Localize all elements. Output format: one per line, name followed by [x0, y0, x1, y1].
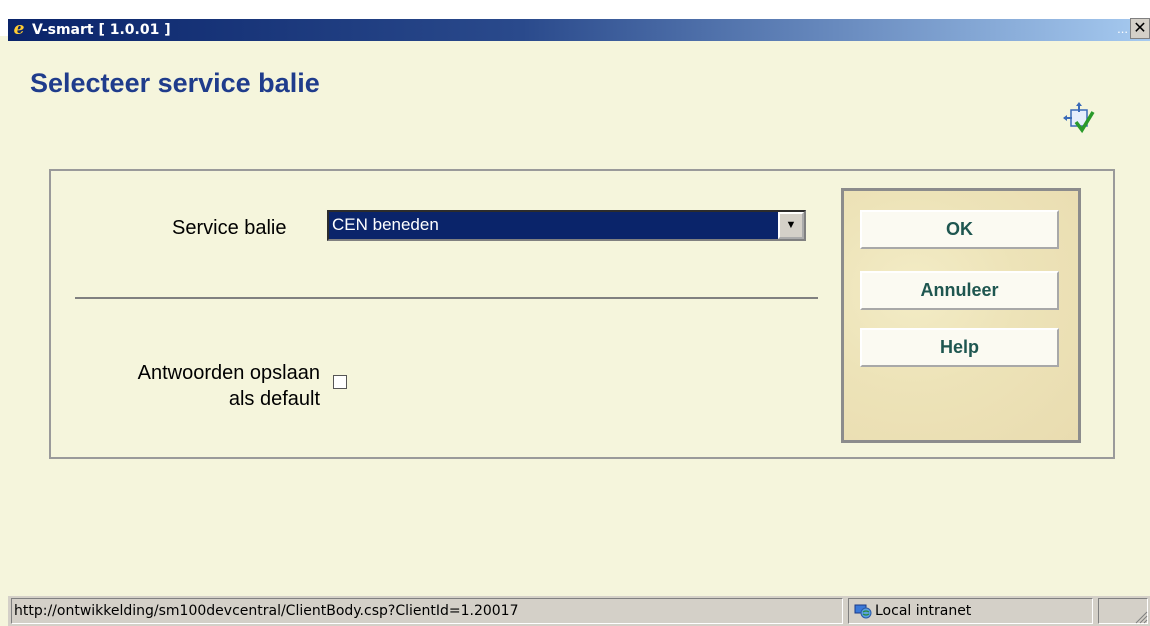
chevron-down-icon[interactable]: ▼: [778, 212, 804, 239]
ok-button[interactable]: OK: [860, 210, 1059, 249]
window-title: V-smart [ 1.0.01 ]: [32, 22, 171, 38]
browser-app-icon: e: [13, 19, 25, 39]
globe-network-icon: [854, 604, 872, 619]
save-default-checkbox[interactable]: [333, 375, 347, 389]
cancel-button[interactable]: Annuleer: [860, 271, 1059, 310]
service-balie-select[interactable]: CEN beneden ▼: [327, 210, 806, 241]
form-divider: [75, 297, 818, 299]
close-button[interactable]: ✕: [1130, 18, 1150, 39]
service-balie-value: CEN beneden: [332, 215, 439, 234]
service-balie-label: Service balie: [172, 217, 287, 239]
minimize-dots[interactable]: ...: [1117, 19, 1128, 39]
resize-grip-icon[interactable]: [1132, 608, 1148, 624]
titlebar-bar[interactable]: e V-smart [ 1.0.01 ] ... ✕: [8, 18, 1150, 41]
save-default-label: Antwoorden opslaan: [137, 362, 320, 384]
exit-check-icon[interactable]: [1063, 102, 1095, 134]
status-url: http://ontwikkelding/sm100devcentral/Cli…: [11, 598, 843, 624]
zone-label: Local intranet: [875, 603, 972, 619]
status-bar: http://ontwikkelding/sm100devcentral/Cli…: [8, 596, 1150, 626]
page-title: Selecteer service balie: [30, 68, 320, 98]
status-zone: Local intranet: [848, 598, 1093, 624]
save-default-label-cont: als default: [228, 388, 320, 410]
help-button[interactable]: Help: [860, 328, 1059, 367]
window-titlebar: e V-smart [ 1.0.01 ] ... ✕: [0, 0, 1150, 41]
